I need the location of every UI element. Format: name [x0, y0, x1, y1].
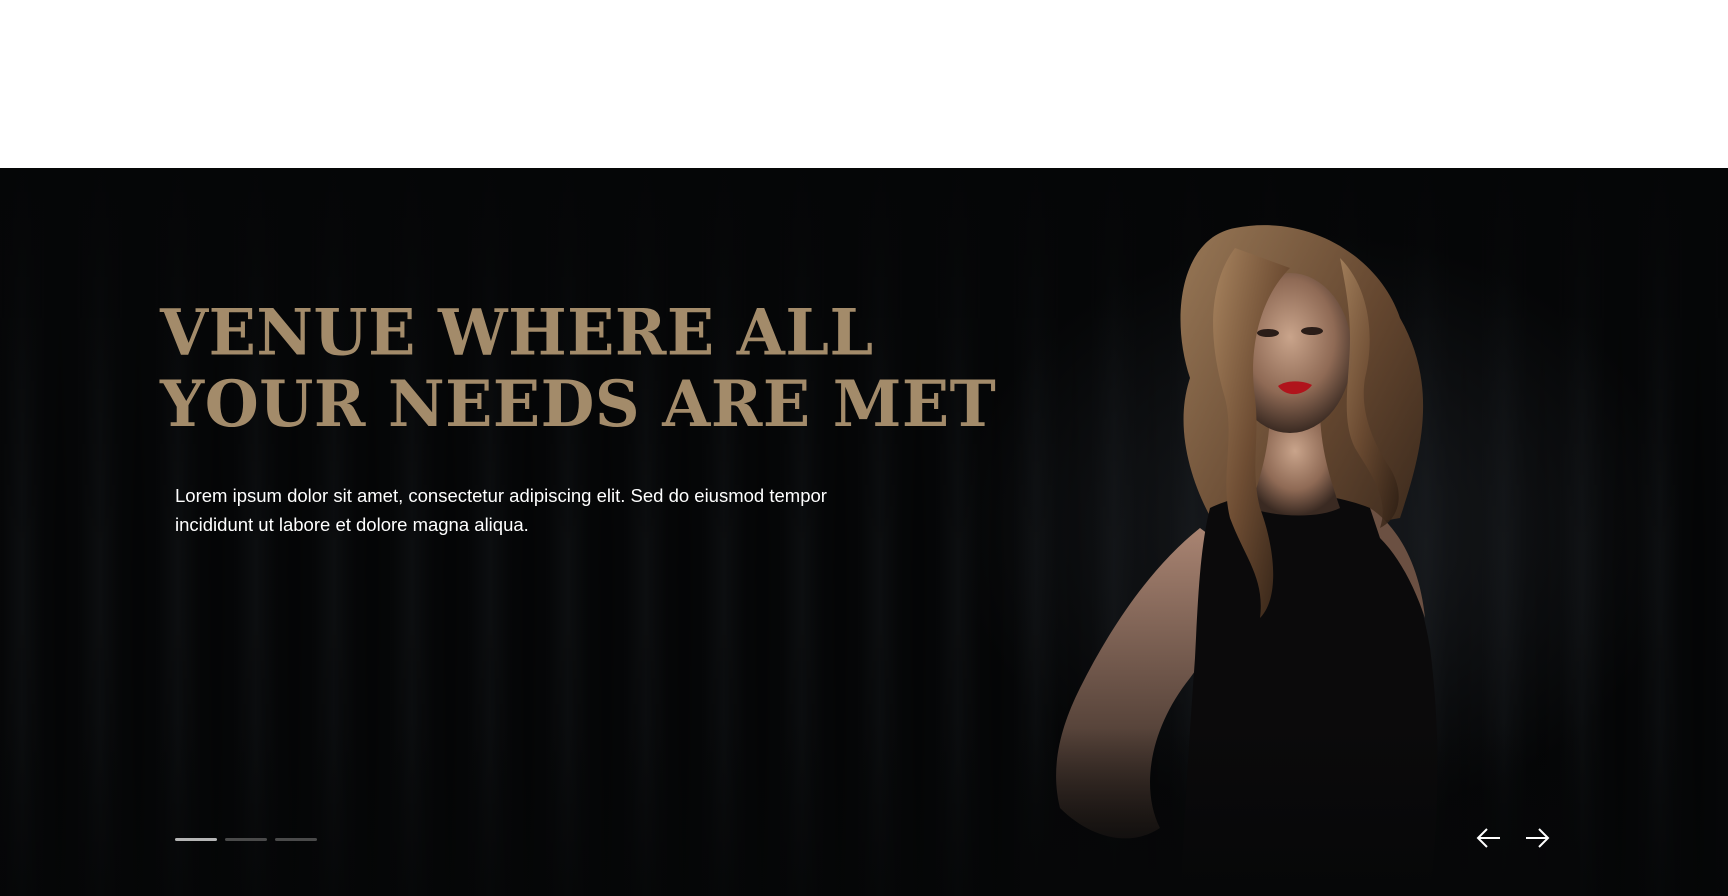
arrow-left-icon [1476, 828, 1500, 848]
previous-slide-button[interactable] [1471, 820, 1507, 856]
top-bar [0, 0, 1728, 168]
hero-slider: VENUE WHERE ALL YOUR NEEDS ARE MET Lorem… [0, 168, 1728, 896]
slide-pagination [175, 838, 317, 841]
next-slide-button[interactable] [1519, 820, 1555, 856]
hero-description: Lorem ipsum dolor sit amet, consectetur … [175, 485, 827, 535]
slide-indicator-1[interactable] [175, 838, 217, 841]
slide-indicator-3[interactable] [275, 838, 317, 841]
hero-headline-line-2: YOUR NEEDS ARE MET [160, 366, 997, 442]
arrow-right-icon [1526, 828, 1550, 848]
slide-indicator-2[interactable] [225, 838, 267, 841]
model-portrait-image [1020, 225, 1580, 896]
hero-headline: VENUE WHERE ALL YOUR NEEDS ARE MET [160, 295, 997, 442]
hero-headline-line-1: VENUE WHERE ALL [160, 295, 874, 371]
